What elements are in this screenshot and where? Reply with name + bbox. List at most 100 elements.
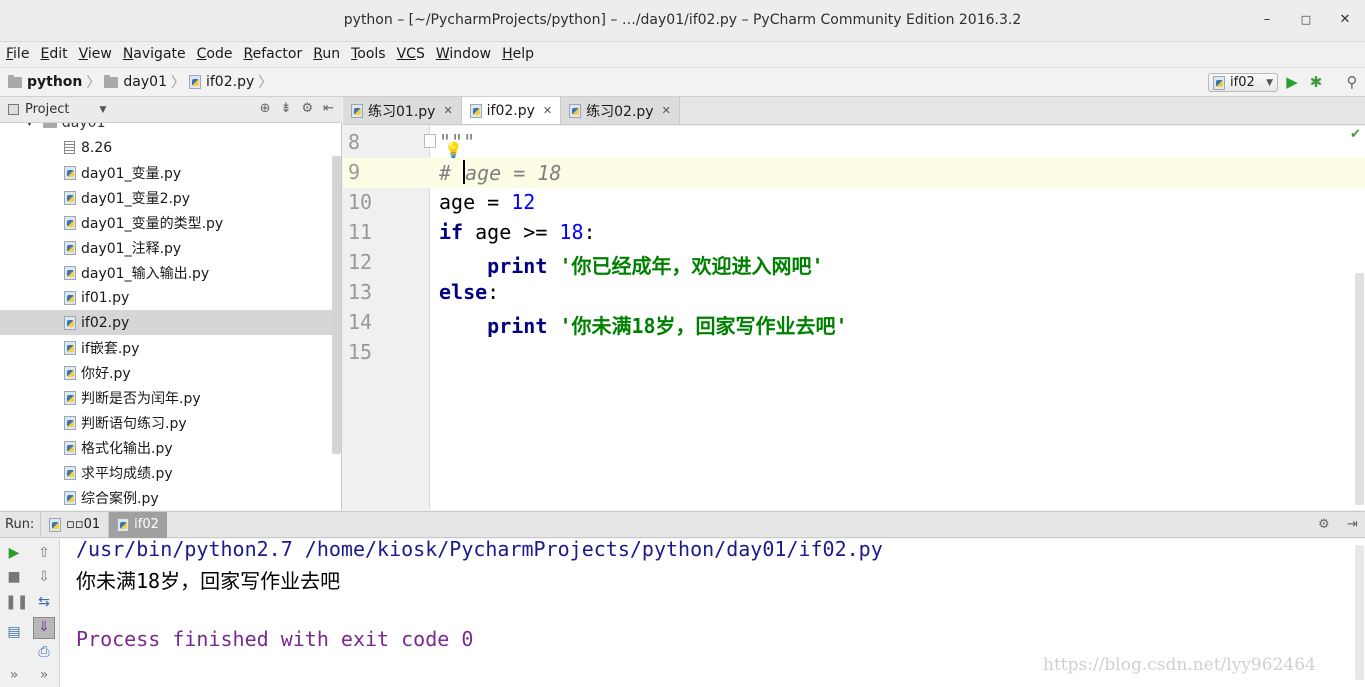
tab-lianxi02[interactable]: 练习02.py ✕ [561,97,680,124]
tab-lianxi01[interactable]: 练习01.py ✕ [343,97,462,124]
arrow-down-icon[interactable]: ⇩ [35,568,53,586]
close-window-button[interactable]: ✕ [1335,10,1355,30]
minimize-button[interactable]: – [1257,10,1277,30]
menu-code[interactable]: Code [197,46,233,62]
project-panel-header: Project ▼ ⊕ ⇟ ⚙ ⇤ [0,97,342,123]
tree-item[interactable]: 综合案例.py [0,485,332,510]
soft-wrap-icon[interactable]: ⇆ [35,593,53,611]
tree-item[interactable]: day01_变量2.py [0,185,332,210]
editor-scrollbar[interactable] [1355,273,1364,505]
python-file-icon [49,517,61,532]
menu-edit[interactable]: Edit [40,46,67,62]
chevron-down-icon: ▼ [1266,77,1273,88]
tree-folder-day01[interactable]: ▼ day01 [0,123,332,135]
close-icon[interactable]: ✕ [543,104,552,117]
search-icon[interactable]: ⚲ [1343,73,1361,91]
locate-icon[interactable]: ⊕ [260,101,271,116]
python-file-icon [64,290,76,305]
restore-layout-icon[interactable]: ▤ [5,623,23,641]
breadcrumb-separator: 〉 [86,75,101,91]
tree-item[interactable]: day01_注释.py [0,235,332,260]
python-file-icon [64,490,76,505]
run-tab-01[interactable]: ▫▫01 [40,511,108,538]
menu-tools[interactable]: Tools [351,46,386,62]
console-scrollbar[interactable] [1355,545,1364,680]
chevron-down-icon[interactable]: ▼ [99,105,106,115]
close-icon[interactable]: ✕ [662,104,671,117]
more-icon[interactable]: » [35,666,53,684]
tree-item[interactable]: 求平均成绩.py [0,460,332,485]
maximize-button[interactable]: □ [1296,10,1316,30]
hide-panel-icon[interactable]: ⇥ [1347,517,1358,532]
pause-icon[interactable]: ❚❚ [5,593,28,611]
print-icon[interactable]: ⎙ [35,643,53,661]
line-number: 9 [348,160,361,184]
code-line: print '你已经成年，欢迎进入网吧' [487,254,824,278]
menu-view[interactable]: View [79,46,112,62]
breadcrumb-folder[interactable]: day01 [104,74,167,90]
breadcrumb-separator: 〉 [258,75,273,91]
window-title: python – [~/PycharmProjects/python] – …/… [343,12,1022,28]
code-line: print '你未满18岁，回家写作业去吧' [487,314,848,338]
more-icon[interactable]: » [5,666,23,684]
breadcrumb-file[interactable]: if02.py [188,74,254,90]
console-line: /usr/bin/python2.7 /home/kiosk/PycharmPr… [76,537,883,561]
menu-navigate[interactable]: Navigate [123,46,186,62]
tree-item[interactable]: 格式化输出.py [0,435,332,460]
project-tree-scrollbar[interactable] [332,156,341,454]
project-icon [8,104,19,115]
scroll-to-end-icon[interactable]: ⇓ [33,617,55,639]
run-tab-if02[interactable]: if02 [108,511,167,538]
python-file-icon [64,415,76,430]
code-line: # age = 18 [439,160,562,185]
menu-vcs[interactable]: VCS [397,46,425,62]
run-icon[interactable]: ▶ [1283,73,1301,91]
console-line: Process finished with exit code 0 [76,627,474,651]
run-configuration-select[interactable]: if02 ▼ [1208,73,1278,92]
debug-bug-icon[interactable]: ✱ [1307,73,1325,91]
line-number: 8 [348,130,361,154]
tree-item-selected[interactable]: if02.py [0,310,332,335]
python-file-icon [64,465,76,480]
tree-item[interactable]: 8.26 [0,135,332,160]
python-file-icon [117,517,130,532]
tree-item[interactable]: 你好.py [0,360,332,385]
stop-icon[interactable]: ■ [5,568,23,586]
gear-icon[interactable]: ⚙ [1318,517,1330,532]
python-file-icon [64,340,76,355]
arrow-up-icon[interactable]: ⇧ [35,544,53,562]
rerun-icon[interactable]: ▶ [5,544,23,562]
tab-if02[interactable]: if02.py ✕ [461,97,562,124]
python-file-icon [64,265,76,280]
project-tree: ▼ day01 8.26 day01_变量.py day01_变量2.py da… [0,123,342,510]
menu-run[interactable]: Run [313,46,340,62]
run-toolbar: ▶ ⇧ ■ ⇩ ❚❚ ⇆ ▤ ⇓ ⎙ » » [0,539,60,687]
line-number: 14 [348,310,373,334]
chevron-down-icon: ▼ [26,123,33,128]
python-file-icon [64,315,76,330]
python-file-icon [64,390,76,405]
python-file-icon [64,165,76,180]
folder-icon [42,123,57,128]
menu-refactor[interactable]: Refactor [243,46,302,62]
fold-marker-icon[interactable] [424,134,436,148]
folder-icon [104,74,119,88]
gear-icon[interactable]: ⚙ [301,101,313,116]
tree-item[interactable]: day01_变量.py [0,160,332,185]
hide-panel-icon[interactable]: ⇤ [323,101,334,116]
menu-file[interactable]: File [6,46,29,62]
menu-help[interactable]: Help [502,46,534,62]
collapse-icon[interactable]: ⇟ [281,101,292,116]
tree-item[interactable]: if嵌套.py [0,335,332,360]
tree-item[interactable]: 判断语句练习.py [0,410,332,435]
project-view-select[interactable]: Project [25,102,69,117]
tree-item[interactable]: 判断是否为闰年.py [0,385,332,410]
close-icon[interactable]: ✕ [443,104,452,117]
python-file-icon [351,103,363,118]
tree-item[interactable]: if01.py [0,285,332,310]
menu-window[interactable]: Window [436,46,491,62]
breadcrumb-project[interactable]: python [8,74,82,90]
tree-item[interactable]: day01_输入输出.py [0,260,332,285]
tree-item[interactable]: day01_变量的类型.py [0,210,332,235]
menu-bar: File Edit View Navigate Code Refactor Ru… [0,42,1365,66]
